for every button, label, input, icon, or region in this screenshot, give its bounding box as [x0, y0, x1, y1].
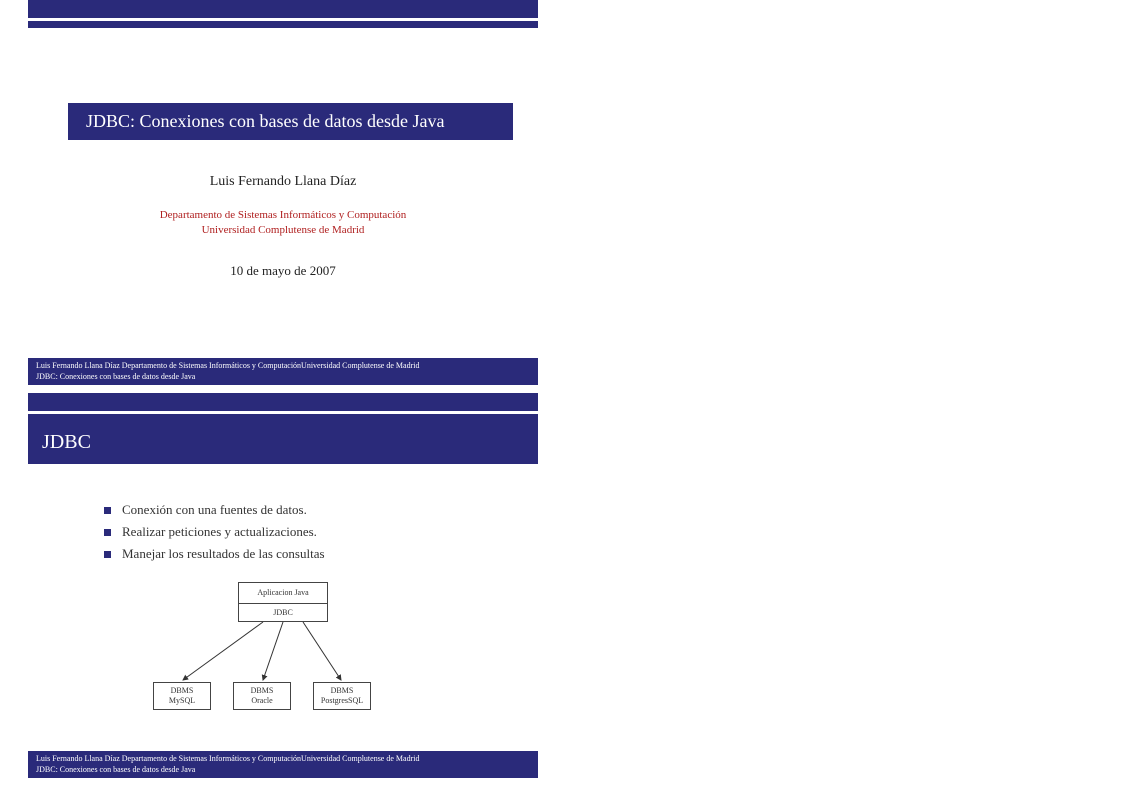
slide-2: JDBC Conexión con una fuentes de datos. …	[28, 393, 538, 778]
diagram-box-oracle: DBMS Oracle	[233, 682, 291, 710]
diagram-box-jdbc: JDBC	[238, 604, 328, 622]
diagram-box-postgres: DBMS PostgresSQL	[313, 682, 371, 710]
footer-line2: JDBC: Conexiones con bases de datos desd…	[36, 372, 530, 382]
footer-line1: Luis Fernando Llana Díaz Departamento de…	[36, 754, 530, 764]
list-item: Realizar peticiones y actualizaciones.	[104, 524, 538, 540]
title-info: Luis Fernando Llana Díaz Departamento de…	[28, 174, 538, 279]
footer-line2: JDBC: Conexiones con bases de datos desd…	[36, 765, 530, 775]
diagram-box-mysql: DBMS MySQL	[153, 682, 211, 710]
sub-bar	[28, 21, 538, 28]
department-line1: Departamento de Sistemas Informáticos y …	[160, 209, 407, 221]
presentation-title: JDBC: Conexiones con bases de datos desd…	[68, 103, 513, 140]
slide-1: JDBC: Conexiones con bases de datos desd…	[28, 0, 538, 385]
slide-footer: Luis Fernando Llana Díaz Departamento de…	[28, 358, 538, 385]
author-name: Luis Fernando Llana Díaz	[28, 174, 538, 190]
department-line2: Universidad Complutense de Madrid	[202, 224, 365, 236]
db-name: Oracle	[237, 696, 287, 706]
department: Departamento de Sistemas Informáticos y …	[28, 208, 538, 239]
top-bar	[28, 0, 538, 18]
slide-header: JDBC	[28, 421, 538, 464]
bullet-list: Conexión con una fuentes de datos. Reali…	[104, 502, 538, 562]
footer-line1: Luis Fernando Llana Díaz Departamento de…	[36, 361, 530, 371]
db-label: DBMS	[317, 686, 367, 696]
slide-footer: Luis Fernando Llana Díaz Departamento de…	[28, 751, 538, 778]
db-label: DBMS	[237, 686, 287, 696]
db-name: PostgresSQL	[317, 696, 367, 706]
diagram-box-app: Aplicacion Java	[238, 582, 328, 604]
sub-bar	[28, 414, 538, 421]
jdbc-diagram: Aplicacion Java JDBC DBMS MySQL DBMS Ora…	[153, 582, 413, 722]
top-bar	[28, 393, 538, 411]
presentation-date: 10 de mayo de 2007	[28, 263, 538, 279]
db-name: MySQL	[157, 696, 207, 706]
list-item: Manejar los resultados de las consultas	[104, 546, 538, 562]
db-label: DBMS	[157, 686, 207, 696]
list-item: Conexión con una fuentes de datos.	[104, 502, 538, 518]
